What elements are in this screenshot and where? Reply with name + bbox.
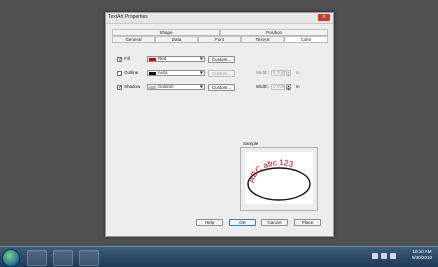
outline-color-swatch	[149, 72, 156, 75]
taskbar-clock[interactable]: 10:10 AM 9/30/2010	[412, 249, 432, 261]
taskbar: 10:10 AM 9/30/2010	[0, 246, 438, 267]
tab-shape[interactable]: Shape	[112, 29, 220, 35]
fill-color-value: Red	[158, 56, 167, 61]
outline-width-field[interactable]: 0.000	[271, 70, 285, 76]
outline-width-label: Width:	[256, 70, 269, 75]
media-player-icon[interactable]	[79, 250, 99, 266]
outline-custom-button[interactable]: Custom...	[208, 70, 235, 77]
internet-explorer-icon[interactable]	[53, 250, 73, 266]
sample-preview-graphic: ABC abc 123	[247, 158, 311, 201]
fill-color-swatch	[149, 58, 156, 61]
clock-date: 9/30/2010	[411, 255, 432, 260]
outline-width-spinner[interactable]: ▲ ▼	[286, 70, 291, 76]
outline-color-select[interactable]: Auto ▼	[147, 70, 205, 76]
tab-data[interactable]: Data	[155, 36, 198, 42]
tab-position[interactable]: Position	[220, 29, 328, 35]
outline-color-value: Auto	[158, 70, 168, 75]
tab-textart[interactable]: TextArt	[241, 36, 284, 42]
fill-custom-button[interactable]: Custom...	[208, 56, 235, 63]
close-button[interactable]: ×	[318, 14, 330, 21]
tab-general[interactable]: General	[112, 36, 155, 42]
fill-label: Fill	[124, 56, 130, 61]
chevron-down-icon: ▼	[199, 84, 203, 89]
tab-font[interactable]: Font	[198, 36, 241, 42]
tray-network-icon[interactable]	[381, 253, 387, 259]
dialog-title: TextArt Properties	[108, 14, 148, 20]
shadow-label: Shadow	[124, 84, 141, 89]
tab-row-top: Shape Position	[112, 29, 328, 36]
file-explorer-icon[interactable]	[27, 250, 47, 266]
tray-volume-icon[interactable]	[390, 253, 396, 259]
tab-row-bottom: General Data Font TextArt Color	[112, 36, 328, 43]
textart-properties-dialog: TextArt Properties × Shape Position Gene…	[105, 12, 334, 237]
help-button[interactable]: Help	[196, 219, 223, 226]
shadow-color-swatch	[149, 86, 156, 89]
shadow-color-select[interactable]: Custom ▼	[147, 84, 205, 90]
cancel-button[interactable]: Cancel	[261, 219, 288, 226]
dialog-titlebar[interactable]: TextArt Properties ×	[106, 13, 333, 24]
shadow-custom-button[interactable]: Custom...	[208, 84, 235, 91]
tab-color[interactable]: Color	[284, 36, 328, 42]
chevron-down-icon: ▼	[199, 70, 203, 75]
outline-width-unit: in	[296, 70, 300, 75]
shadow-color-value: Custom	[158, 84, 174, 89]
ok-button[interactable]: OK	[229, 219, 256, 226]
outline-label: Outline	[124, 70, 139, 75]
sample-label: Sample	[242, 141, 260, 146]
outline-checkbox[interactable]	[117, 71, 122, 76]
shadow-width-label: Width:	[256, 84, 269, 89]
shadow-width-field[interactable]: 0.000	[271, 84, 285, 90]
shadow-width-unit: in	[296, 84, 300, 89]
fill-color-select[interactable]: Red ▼	[147, 56, 205, 62]
place-button[interactable]: Place	[294, 219, 321, 226]
tray-flag-icon[interactable]	[372, 253, 378, 259]
shadow-checkbox[interactable]: ✓	[117, 85, 122, 91]
sample-preview: ABC abc 123	[245, 152, 313, 204]
fill-checkbox[interactable]: ✓	[117, 57, 122, 63]
chevron-down-icon: ▼	[199, 56, 203, 61]
shadow-width-spinner[interactable]: ▲ ▼	[286, 84, 291, 90]
start-button[interactable]	[2, 249, 20, 267]
